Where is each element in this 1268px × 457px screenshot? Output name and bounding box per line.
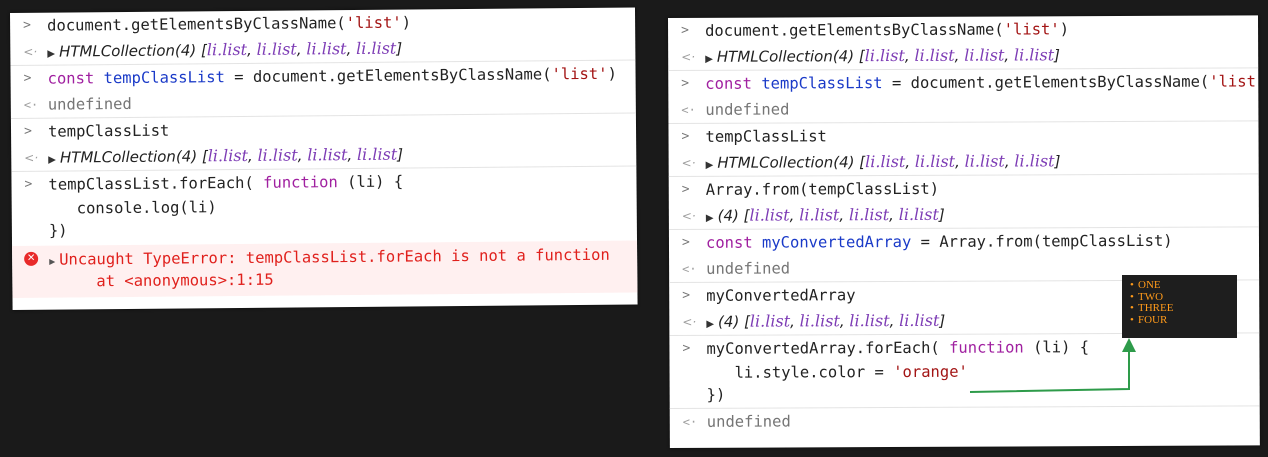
- annotation-arrow: [969, 338, 1136, 393]
- arrow-head-icon: [1122, 338, 1136, 352]
- arrow-line: [969, 345, 1130, 393]
